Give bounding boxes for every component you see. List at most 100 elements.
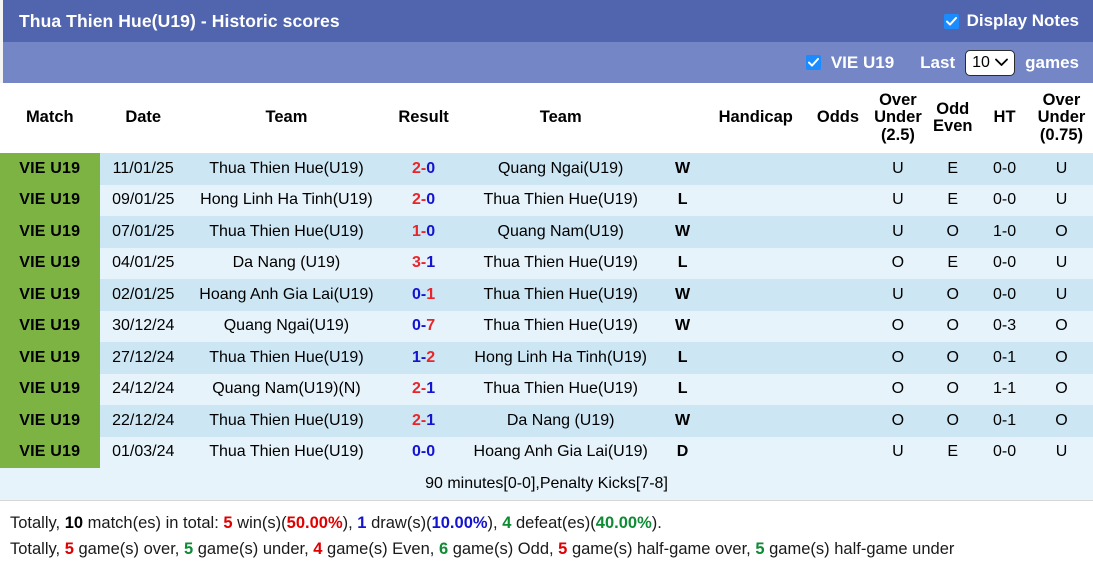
match-date: 07/01/25 (99, 216, 187, 248)
s1-suffix: ). (651, 513, 662, 532)
match-result[interactable]: 2-1 (385, 405, 462, 437)
s1-mid4: draw(s)( (366, 513, 432, 532)
match-result[interactable]: 2-1 (385, 373, 462, 405)
s1-draw-pct: 10.00% (431, 513, 488, 532)
match-result[interactable]: 0-0 (385, 436, 462, 468)
match-league-badge: VIE U19 (0, 373, 100, 405)
table-header-row: Match Date Team Result Team Handicap Odd… (0, 83, 1093, 153)
half-time-score: 0-0 (979, 184, 1030, 216)
home-team-name[interactable]: Da Nang (U19) (186, 247, 386, 279)
half-time-score: 1-1 (979, 373, 1030, 405)
match-result[interactable]: 2-0 (385, 153, 462, 185)
col-header-over-under-075[interactable]: Over Under (0.75) (1029, 83, 1093, 153)
table-row[interactable]: VIE U19 07/01/25 Thua Thien Hue(U19) 1-0 Qua… (0, 216, 1093, 248)
col-header-odds[interactable]: Odds (806, 83, 870, 153)
table-row[interactable]: VIE U19 22/12/24 Thua Thien Hue(U19) 2-1 Da … (0, 405, 1093, 437)
col-header-team-away[interactable]: Team (461, 83, 661, 153)
table-row[interactable]: VIE U19 27/12/24 Thua Thien Hue(U19) 1-2 Hon… (0, 342, 1093, 374)
match-outcome: L (660, 373, 705, 405)
col-header-match[interactable]: Match (0, 83, 100, 153)
home-team-name[interactable]: Thua Thien Hue(U19) (186, 436, 386, 468)
match-date: 11/01/25 (99, 153, 187, 185)
match-note: 90 minutes[0-0],Penalty Kicks[7-8] (0, 468, 1093, 500)
table-row[interactable]: VIE U19 09/01/25 Hong Linh Ha Tinh(U19) 2-0… (0, 184, 1093, 216)
half-time-score: 0-1 (979, 342, 1030, 374)
over-under-25-value: O (869, 373, 927, 405)
match-league-badge: VIE U19 (0, 247, 100, 279)
match-result[interactable]: 3-1 (385, 247, 462, 279)
table-row[interactable]: VIE U19 01/03/24 Thua Thien Hue(U19) 0-0 Hoa… (0, 436, 1093, 468)
table-row[interactable]: VIE U19 11/01/25 Thua Thien Hue(U19) 2-0 Qua… (0, 153, 1093, 185)
home-team-name[interactable]: Hong Linh Ha Tinh(U19) (186, 184, 386, 216)
away-team-name[interactable]: Thua Thien Hue(U19) (461, 310, 661, 342)
score-home: 1 (411, 222, 421, 240)
games-count-select[interactable]: 510152030 (965, 49, 1016, 76)
table-row[interactable]: VIE U19 02/01/25 Hoang Anh Gia Lai(U19) 0-1… (0, 279, 1093, 311)
match-result[interactable]: 0-1 (385, 279, 462, 311)
match-result[interactable]: 2-0 (385, 184, 462, 216)
away-team-name[interactable]: Thua Thien Hue(U19) (461, 373, 661, 405)
match-result[interactable]: 1-2 (385, 342, 462, 374)
home-team-name[interactable]: Thua Thien Hue(U19) (186, 153, 386, 185)
over-under-25-value: U (869, 184, 927, 216)
home-team-name[interactable]: Quang Nam(U19)(N) (186, 373, 386, 405)
match-outcome: L (660, 342, 705, 374)
summary-line-1: Totally, 10 match(es) in total: 5 win(s)… (10, 510, 1083, 537)
table-row[interactable]: VIE U19 30/12/24 Quang Ngai(U19) 0-7 Thua Th… (0, 310, 1093, 342)
match-league-badge: VIE U19 (0, 216, 100, 248)
score-home: 2 (411, 380, 421, 398)
handicap-value (704, 184, 807, 216)
table-row[interactable]: VIE U19 04/01/25 Da Nang (U19) 3-1 Thua Thie… (0, 247, 1093, 279)
check-icon (807, 58, 819, 67)
away-team-name[interactable]: Quang Ngai(U19) (461, 153, 661, 185)
table-row[interactable]: VIE U19 24/12/24 Quang Nam(U19)(N) 2-1 Thua … (0, 373, 1093, 405)
away-team-name[interactable]: Hoang Anh Gia Lai(U19) (461, 436, 661, 468)
display-notes-checkbox[interactable] (943, 13, 959, 29)
away-team-name[interactable]: Hong Linh Ha Tinh(U19) (461, 342, 661, 374)
s1-wins: 5 (223, 513, 233, 532)
handicap-value (704, 247, 807, 279)
league-filter-checkbox[interactable] (805, 55, 821, 70)
home-team-name[interactable]: Thua Thien Hue(U19) (186, 405, 386, 437)
half-time-score: 0-0 (979, 279, 1030, 311)
match-result[interactable]: 1-0 (385, 216, 462, 248)
match-league-badge: VIE U19 (0, 153, 100, 185)
over-under-25-value: O (869, 342, 927, 374)
away-team-name[interactable]: Thua Thien Hue(U19) (461, 279, 661, 311)
display-notes-label: Display Notes (966, 11, 1079, 30)
away-team-name[interactable]: Da Nang (U19) (461, 405, 661, 437)
col-header-odd-even[interactable]: Odd Even (926, 83, 980, 153)
s2-half-under: 5 (755, 540, 765, 559)
away-team-name[interactable]: Quang Nam(U19) (461, 216, 661, 248)
col-header-result[interactable]: Result (385, 83, 462, 153)
handicap-value (704, 342, 807, 374)
handicap-value (704, 216, 807, 248)
away-team-name[interactable]: Thua Thien Hue(U19) (461, 184, 661, 216)
col-header-team-home[interactable]: Team (186, 83, 386, 153)
match-league-badge: VIE U19 (0, 310, 100, 342)
away-team-name[interactable]: Thua Thien Hue(U19) (461, 247, 661, 279)
ou25-line2: Under (874, 108, 922, 127)
league-filter-label: VIE U19 (830, 52, 895, 72)
odd-even-value: O (926, 310, 980, 342)
col-header-ht[interactable]: HT (979, 83, 1030, 153)
col-header-handicap[interactable]: Handicap (704, 83, 807, 153)
col-header-over-under-25[interactable]: Over Under (2.5) (869, 83, 927, 153)
half-time-score: 0-1 (979, 405, 1030, 437)
match-note-row: 90 minutes[0-0],Penalty Kicks[7-8] (0, 468, 1093, 500)
s2-odd-text: game(s) Odd, (448, 540, 559, 559)
historic-scores-page: Thua Thien Hue(U19) - Historic scores Di… (0, 0, 1093, 565)
match-outcome: W (660, 405, 705, 437)
home-team-name[interactable]: Quang Ngai(U19) (186, 310, 386, 342)
home-team-name[interactable]: Thua Thien Hue(U19) (186, 216, 386, 248)
col-header-date[interactable]: Date (99, 83, 187, 153)
over-under-25-value: O (869, 310, 927, 342)
over-under-075-value: U (1029, 436, 1093, 468)
score-away: 0 (426, 159, 436, 177)
match-result[interactable]: 0-7 (385, 310, 462, 342)
over-under-075-value: U (1029, 184, 1093, 216)
odd-even-value: O (926, 405, 980, 437)
home-team-name[interactable]: Hoang Anh Gia Lai(U19) (186, 279, 386, 311)
handicap-value (704, 310, 807, 342)
home-team-name[interactable]: Thua Thien Hue(U19) (186, 342, 386, 374)
